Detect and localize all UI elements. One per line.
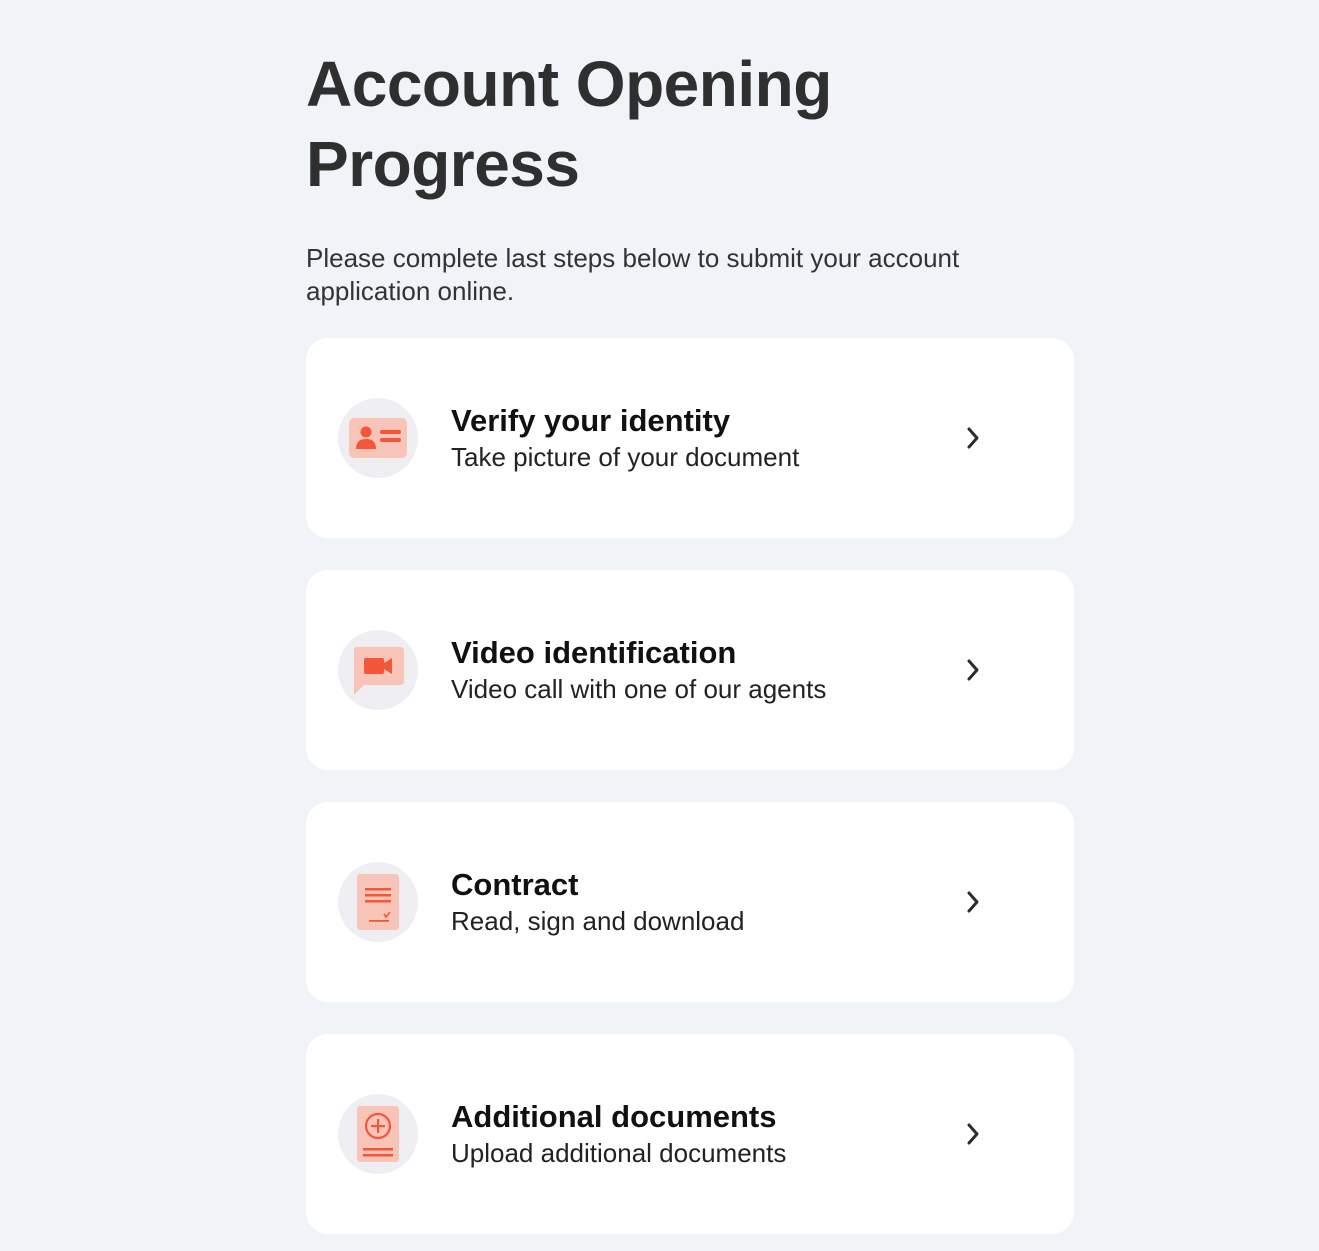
step-card-verify-identity[interactable]: Verify your identity Take picture of you… [306, 338, 1074, 538]
step-text: Additional documents Upload additional d… [451, 1098, 786, 1170]
steps-list: Verify your identity Take picture of you… [306, 338, 1074, 1234]
account-opening-page: Account Opening Progress Please complete… [306, 0, 1074, 1234]
step-title: Video identification [451, 635, 737, 670]
chevron-right-icon [962, 888, 984, 916]
video-camera-icon [338, 630, 418, 710]
page-title: Account Opening Progress [306, 48, 832, 200]
contract-icon [338, 862, 418, 942]
step-description: Video call with one of our agents [451, 674, 827, 704]
chevron-right-icon [962, 424, 984, 452]
add-document-icon [338, 1094, 418, 1174]
step-text: Verify your identity Take picture of you… [451, 402, 799, 474]
step-title: Additional documents [451, 1099, 777, 1134]
step-description: Read, sign and download [451, 906, 745, 936]
step-title: Contract [451, 867, 579, 902]
chevron-right-icon [962, 1120, 984, 1148]
step-text: Video identification Video call with one… [451, 634, 826, 706]
step-card-additional-documents[interactable]: Additional documents Upload additional d… [306, 1034, 1074, 1234]
step-description: Take picture of your document [451, 442, 800, 472]
chevron-right-icon [962, 656, 984, 684]
step-title: Verify your identity [451, 403, 731, 438]
step-card-contract[interactable]: Contract Read, sign and download [306, 802, 1074, 1002]
step-card-video-identification[interactable]: Video identification Video call with one… [306, 570, 1074, 770]
step-description: Upload additional documents [451, 1138, 787, 1168]
id-card-icon [338, 398, 418, 478]
page-subtitle: Please complete last steps below to subm… [306, 243, 960, 306]
step-text: Contract Read, sign and download [451, 866, 744, 938]
